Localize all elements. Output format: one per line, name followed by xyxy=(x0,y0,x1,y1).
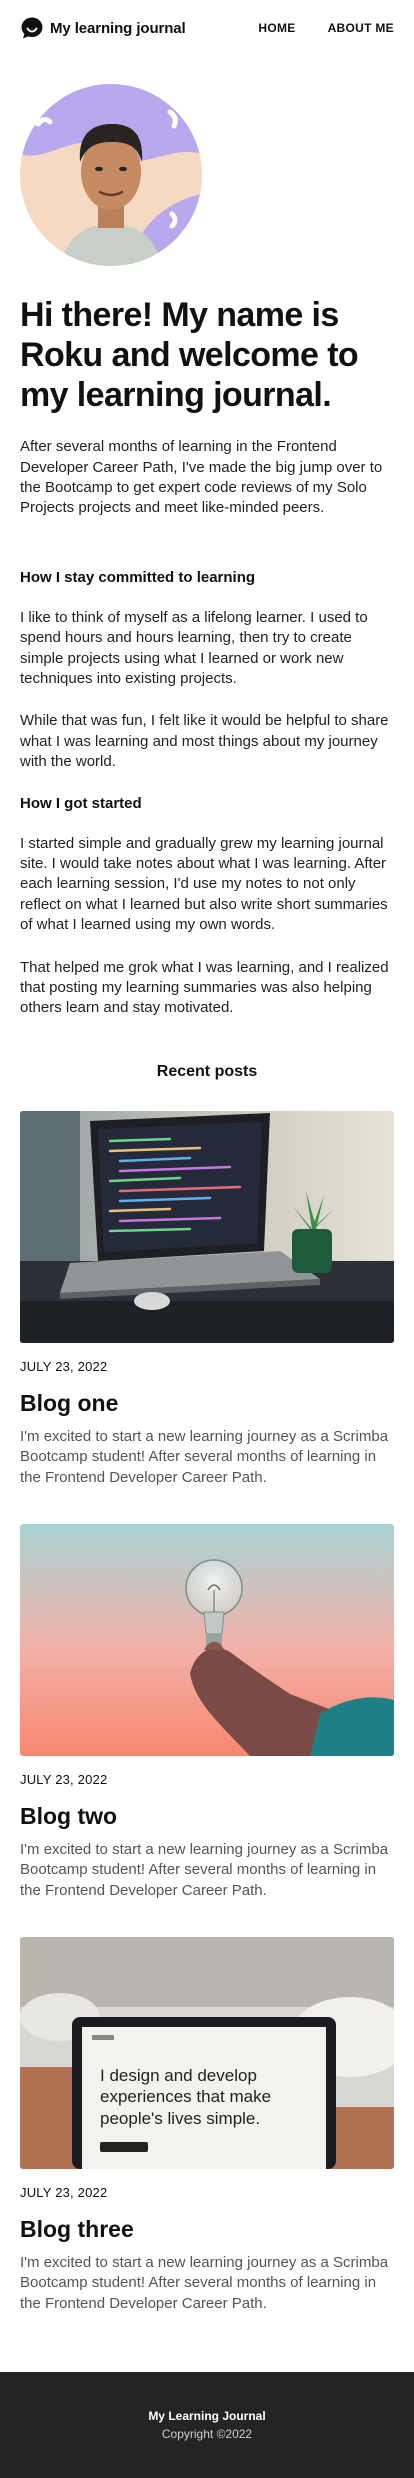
post-title[interactable]: Blog two xyxy=(20,1803,394,1830)
started-paragraph-1: I started simple and gradually grew my l… xyxy=(20,834,388,934)
avatar-photo xyxy=(20,84,202,266)
commitment-heading: How I stay committed to learning xyxy=(20,568,256,586)
brand-link[interactable]: My learning journal xyxy=(20,16,186,40)
footer-copyright: Copyright ©2022 xyxy=(161,2427,253,2442)
post-excerpt: I'm excited to start a new learning jour… xyxy=(20,1427,389,1486)
footer-title: My Learning Journal xyxy=(148,2409,266,2424)
post-title[interactable]: Blog one xyxy=(20,1390,394,1417)
post-card[interactable]: JULY 23, 2022 Blog one I'm excited to st… xyxy=(20,1110,394,1488)
post-image-laptop xyxy=(20,1110,394,1343)
post-title[interactable]: Blog three xyxy=(20,2216,394,2243)
commitment-paragraph-2: While that was fun, I felt like it would… xyxy=(20,712,389,771)
post-card[interactable]: JULY 23, 2022 Blog two I'm excited to st… xyxy=(20,1523,394,1901)
post-date: JULY 23, 2022 xyxy=(20,1358,108,1374)
post-excerpt: I'm excited to start a new learning jour… xyxy=(20,1840,389,1899)
post-excerpt: I'm excited to start a new learning jour… xyxy=(20,2254,389,2312)
recent-posts-title: Recent posts xyxy=(156,1062,258,1080)
avatar xyxy=(20,84,202,266)
laptop-screen-button xyxy=(100,2142,148,2153)
top-nav: My learning journal HOME ABOUT ME xyxy=(0,0,414,56)
post-card[interactable]: I design and develop experiences that ma… xyxy=(20,1937,394,2314)
nav-home-link[interactable]: HOME xyxy=(258,21,295,35)
nav-links: HOME ABOUT ME xyxy=(258,21,394,35)
recent-posts-section: Recent posts JULY 23, 2022 Blog one I'm … xyxy=(0,1019,414,2315)
post-image-website-laptop: I design and develop experiences that ma… xyxy=(20,1937,394,2170)
site-footer: My Learning Journal Copyright ©2022 xyxy=(0,2372,414,2478)
started-heading: How I got started xyxy=(20,794,142,812)
hero-intro: After several months of learning in the … xyxy=(20,438,383,517)
brand-name: My learning journal xyxy=(50,19,186,37)
hero-section: Hi there! My name is Roku and welcome to… xyxy=(0,56,414,519)
commitment-paragraph-1: I like to think of myself as a lifelong … xyxy=(20,608,368,688)
post-image-lightbulb xyxy=(20,1523,394,1756)
post-date: JULY 23, 2022 xyxy=(20,2185,108,2201)
started-paragraph-2: That helped me grok what I was learning,… xyxy=(20,958,389,1017)
nav-about-link[interactable]: ABOUT ME xyxy=(328,21,394,35)
hero-title: Hi there! My name is Roku and welcome to… xyxy=(20,296,359,414)
chat-bubble-smile-icon xyxy=(21,17,43,39)
about-section: How I stay committed to learning I like … xyxy=(0,519,414,1019)
laptop-screen-text: I design and develop experiences that ma… xyxy=(100,2066,272,2128)
post-date: JULY 23, 2022 xyxy=(20,1771,108,1787)
